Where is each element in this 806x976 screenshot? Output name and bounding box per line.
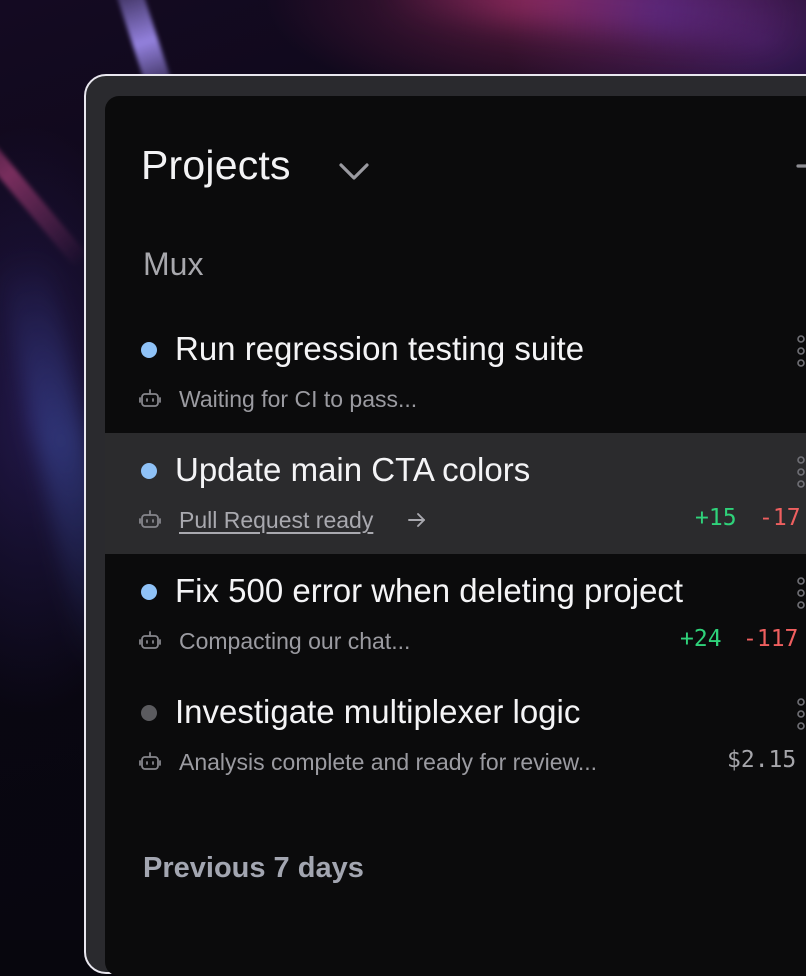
more-options-icon[interactable] bbox=[795, 697, 806, 731]
task-title: Update main CTA colors bbox=[175, 451, 531, 488]
pull-request-link[interactable]: Pull Request ready bbox=[179, 507, 373, 534]
task-cost: $2.15 bbox=[727, 747, 797, 773]
arrow-right-icon[interactable] bbox=[407, 511, 427, 529]
more-options-icon[interactable] bbox=[795, 334, 806, 368]
task-row[interactable]: Investigate multiplexer logic Analysis c… bbox=[105, 675, 806, 796]
task-status: Compacting our chat... bbox=[179, 628, 411, 654]
task-status: Waiting for CI to pass... bbox=[179, 386, 418, 412]
robot-icon bbox=[139, 631, 161, 649]
robot-icon bbox=[139, 510, 161, 528]
status-dot bbox=[141, 584, 157, 600]
task-row-selected[interactable]: Update main CTA colors Pull Request read… bbox=[105, 433, 806, 554]
plus-icon[interactable] bbox=[795, 146, 806, 186]
panel-header: Projects bbox=[141, 134, 806, 194]
robot-icon bbox=[139, 752, 161, 770]
chevron-down-icon[interactable] bbox=[337, 154, 371, 188]
more-options-icon[interactable] bbox=[795, 455, 806, 489]
more-options-icon[interactable] bbox=[795, 576, 806, 610]
status-dot bbox=[141, 705, 157, 721]
task-status: Analysis complete and ready for review..… bbox=[179, 749, 598, 775]
task-row[interactable]: Run regression testing suite Waiting for… bbox=[105, 312, 806, 433]
diff-deletions: -117 bbox=[743, 626, 799, 652]
status-dot bbox=[141, 342, 157, 358]
page-title[interactable]: Projects bbox=[141, 142, 291, 189]
task-title: Fix 500 error when deleting project bbox=[175, 572, 684, 609]
project-group-label[interactable]: Mux bbox=[143, 246, 203, 283]
wallpaper-light-streak bbox=[378, 0, 802, 52]
task-title: Run regression testing suite bbox=[175, 330, 585, 367]
projects-panel: Projects Mux Run regression testing suit… bbox=[105, 96, 806, 976]
status-dot bbox=[141, 463, 157, 479]
diff-additions: +24 bbox=[680, 626, 722, 652]
task-row[interactable]: Fix 500 error when deleting project Comp… bbox=[105, 554, 806, 675]
task-title: Investigate multiplexer logic bbox=[175, 693, 581, 730]
robot-icon bbox=[139, 389, 161, 407]
wallpaper-light-streak bbox=[0, 81, 90, 269]
diff-deletions: -17 bbox=[759, 505, 801, 531]
diff-additions: +15 bbox=[695, 505, 737, 531]
section-heading-previous-7-days: Previous 7 days bbox=[143, 852, 364, 884]
